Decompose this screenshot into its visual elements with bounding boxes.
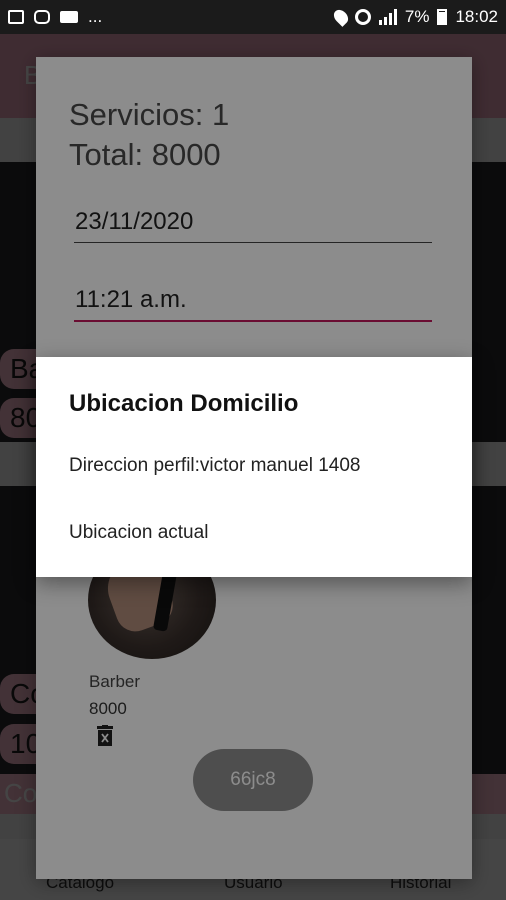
- signal-icon: [378, 9, 397, 25]
- battery-icon: [437, 9, 448, 25]
- option-profile-address[interactable]: Direccion perfil:victor manuel 1408: [69, 446, 449, 486]
- video-camera-icon: [60, 11, 78, 23]
- battery-percent: 7%: [404, 7, 430, 26]
- option-current-location[interactable]: Ubicacion actual: [69, 513, 449, 553]
- location-pin-icon: [330, 7, 351, 27]
- more-notifications-text: ...: [88, 7, 103, 26]
- alarm-icon: [354, 9, 371, 25]
- instagram-icon: [34, 10, 50, 24]
- clock: 18:02: [455, 7, 498, 26]
- image-icon: [8, 10, 24, 24]
- status-bar: ... 7% 18:02: [0, 0, 506, 34]
- location-dialog-title: Ubicacion Domicilio: [69, 390, 299, 417]
- location-dialog: Ubicacion Domicilio Direccion perfil:vic…: [36, 357, 472, 577]
